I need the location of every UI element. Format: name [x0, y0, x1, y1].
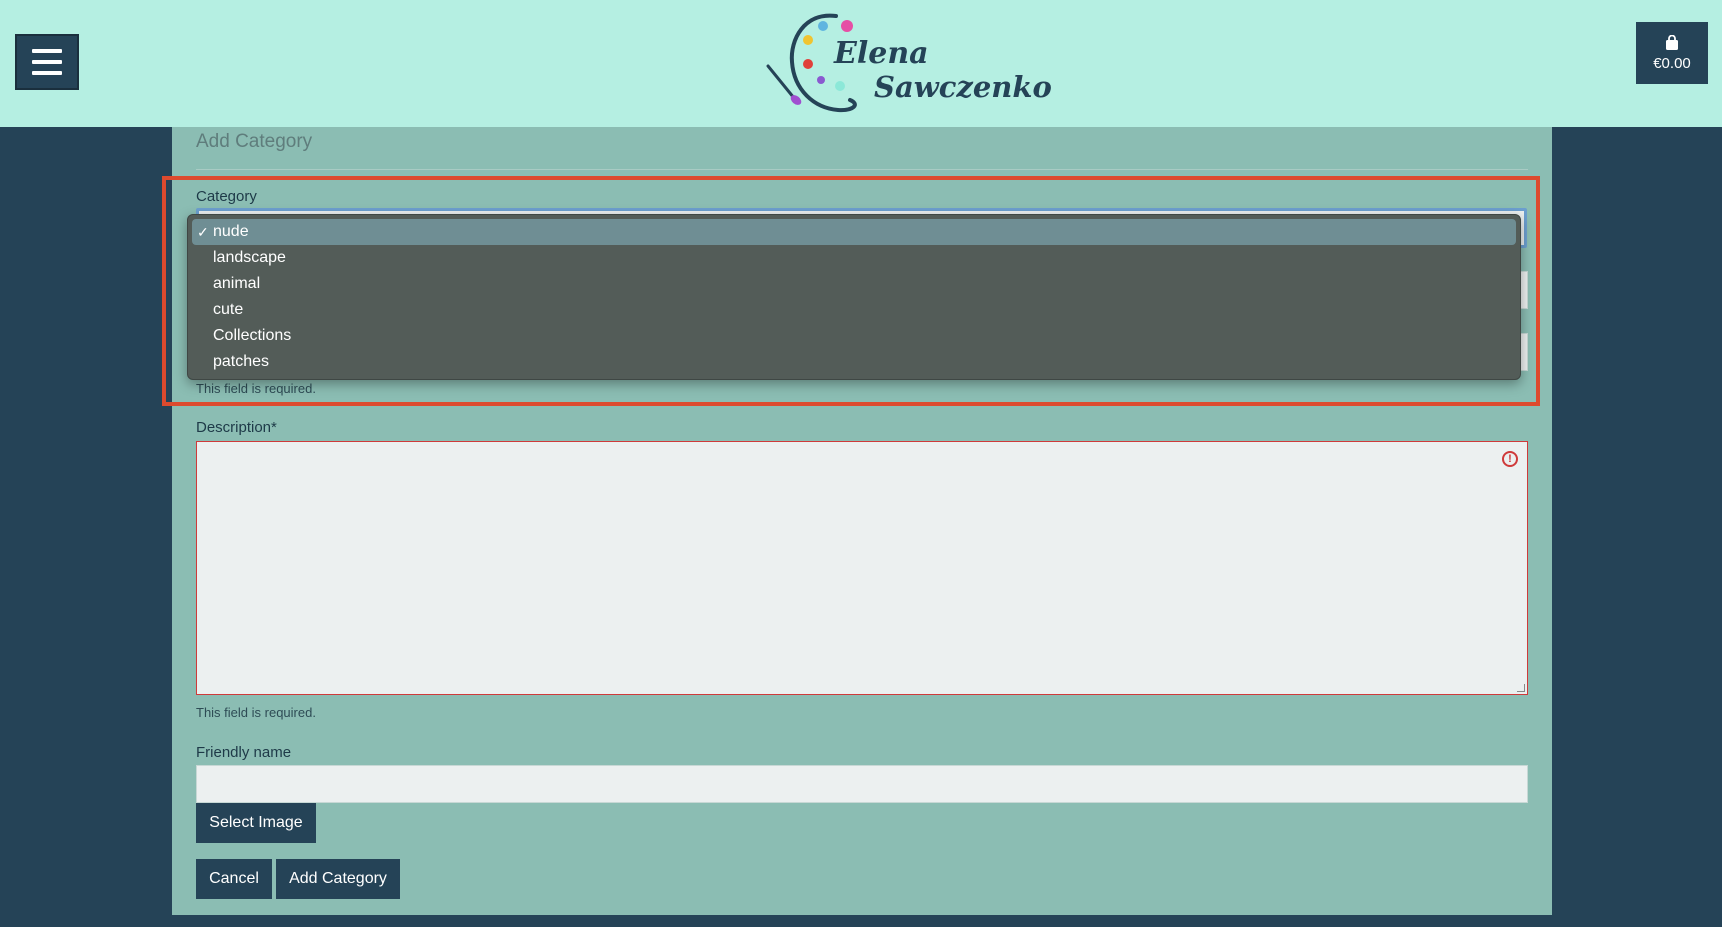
- cart-button[interactable]: €0.00: [1636, 22, 1708, 84]
- category-option-animal[interactable]: animal: [192, 271, 1516, 297]
- option-label: animal: [213, 275, 261, 292]
- description-textarea[interactable]: !: [196, 441, 1528, 695]
- cancel-button[interactable]: Cancel: [196, 859, 272, 899]
- hamburger-icon-bar: [32, 71, 62, 75]
- logo-last-name: Sawczenko: [874, 70, 1052, 104]
- menu-button[interactable]: [15, 34, 79, 90]
- option-label: nude: [213, 223, 249, 240]
- friendly-name-label: Friendly name: [196, 744, 292, 761]
- option-label: landscape: [213, 249, 286, 266]
- resize-grip-icon[interactable]: [1517, 684, 1525, 692]
- hamburger-icon-bar: [32, 60, 62, 64]
- option-label: patches: [213, 353, 270, 370]
- page-title: Add Category: [196, 131, 313, 152]
- select-image-button[interactable]: Select Image: [196, 803, 316, 843]
- category-label: Category: [196, 188, 257, 205]
- site-logo[interactable]: Elena Sawczenko: [762, 6, 1052, 118]
- category-option-nude[interactable]: ✓ nude: [192, 219, 1516, 245]
- category-option-cute[interactable]: cute: [192, 297, 1516, 323]
- friendly-name-input[interactable]: [196, 765, 1528, 803]
- category-option-landscape[interactable]: landscape: [192, 245, 1516, 271]
- site-header: Elena Sawczenko €0.00: [0, 0, 1722, 127]
- option-label: Collections: [213, 327, 292, 344]
- hidden-field-help: This field is required.: [196, 381, 316, 396]
- checkmark-icon: ✓: [197, 224, 209, 240]
- category-option-collections[interactable]: Collections: [192, 323, 1516, 349]
- shopping-bag-icon: [1666, 34, 1678, 50]
- cart-total: €0.00: [1653, 54, 1691, 72]
- logo-first-name: Elena: [834, 36, 929, 71]
- description-label: Description*: [196, 419, 277, 436]
- hamburger-icon: [32, 49, 62, 53]
- description-help: This field is required.: [196, 705, 316, 720]
- add-category-button[interactable]: Add Category: [276, 859, 400, 899]
- option-label: cute: [213, 301, 244, 318]
- category-option-patches[interactable]: patches: [192, 349, 1516, 375]
- exclamation-circle-icon: !: [1502, 451, 1518, 467]
- title-divider: [196, 169, 1528, 170]
- category-dropdown[interactable]: ✓ nude landscape animal cute Collections…: [187, 214, 1521, 380]
